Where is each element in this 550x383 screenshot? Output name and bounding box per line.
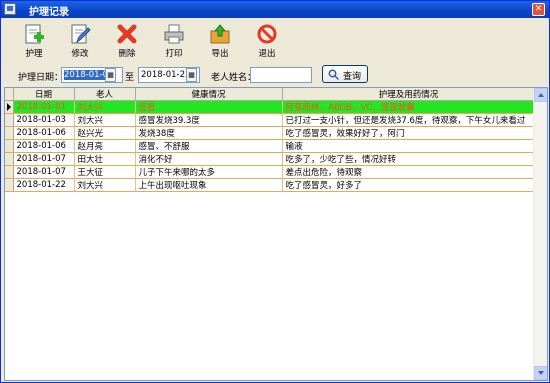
records-grid: 日期 老人 健康情况 护理及用药情况 2018-01-01 刘大兴 感冒 阿莫西… <box>4 87 548 381</box>
date-to-value: 2018-01-23 <box>141 70 191 80</box>
table-row[interactable]: 2018-01-07 田大壮 消化不好 吃多了，少吃了些，情况好转 <box>5 152 536 166</box>
column-header-care[interactable]: 护理及用药情况 <box>282 88 536 101</box>
cell-health[interactable]: 消化不好 <box>135 152 283 166</box>
elder-name-input[interactable] <box>250 67 312 83</box>
query-button-label: 查询 <box>343 72 362 82</box>
table-row[interactable]: 2018-01-06 赵兴光 发烧38度 吃了感冒灵，效果好好了，阿门 <box>5 126 536 140</box>
row-indicator <box>5 100 14 114</box>
column-header-health[interactable]: 健康情况 <box>135 88 283 101</box>
column-header-date[interactable]: 日期 <box>13 88 75 101</box>
row-indicator-header <box>5 88 14 101</box>
row-indicator <box>5 165 14 179</box>
delete-button[interactable]: 删除 <box>107 23 147 61</box>
cell-date[interactable]: 2018-01-07 <box>13 165 75 179</box>
edit-icon <box>71 24 91 44</box>
add-button-label: 护理 <box>25 49 43 59</box>
row-indicator <box>5 139 14 153</box>
search-icon <box>328 69 339 80</box>
cell-health[interactable]: 儿子下午来哪的太多 <box>135 165 283 179</box>
title-bar: 护理记录 ✕ <box>1 1 549 18</box>
print-button[interactable]: 打印 <box>154 23 194 61</box>
window-title: 护理记录 <box>29 7 69 18</box>
cell-date[interactable]: 2018-01-22 <box>13 178 75 192</box>
cell-date[interactable]: 2018-01-06 <box>13 126 75 140</box>
export-icon <box>210 24 230 44</box>
export-button-label: 导出 <box>211 49 229 59</box>
cell-health[interactable]: 感冒、不舒服 <box>135 139 283 153</box>
edit-button-label: 修改 <box>71 49 89 59</box>
row-indicator <box>5 178 14 192</box>
cell-elder[interactable]: 刘大兴 <box>74 113 136 127</box>
scroll-up-button[interactable] <box>534 88 547 102</box>
cell-elder[interactable]: 赵兴光 <box>74 126 136 140</box>
cell-health[interactable]: 发烧38度 <box>135 126 283 140</box>
row-indicator <box>5 126 14 140</box>
app-icon <box>4 3 16 15</box>
exit-no-entry-icon <box>257 24 277 44</box>
table-row[interactable]: 2018-01-07 王大征 儿子下午来哪的太多 差点出危险，待观察 <box>5 165 536 179</box>
delete-x-icon <box>117 24 137 44</box>
query-button[interactable]: 查询 <box>322 65 368 83</box>
exit-button-label: 退出 <box>258 49 276 59</box>
cell-health[interactable]: 上午出现呕吐现象 <box>135 178 283 192</box>
row-indicator <box>5 152 14 166</box>
header-row: 日期 老人 健康情况 护理及用药情况 <box>5 88 536 101</box>
records-table: 日期 老人 健康情况 护理及用药情况 2018-01-01 刘大兴 感冒 阿莫西… <box>5 88 536 192</box>
column-header-elder[interactable]: 老人 <box>74 88 136 101</box>
cell-date[interactable]: 2018-01-07 <box>13 152 75 166</box>
scroll-down-button[interactable] <box>534 366 547 380</box>
add-button[interactable]: 护理 <box>14 23 54 61</box>
table-row[interactable]: 2018-01-22 刘大兴 上午出现呕吐现象 吃了感冒灵，好多了 <box>5 178 536 192</box>
edit-button[interactable]: 修改 <box>60 23 100 61</box>
cell-care[interactable]: 输液 <box>282 139 536 153</box>
printer-icon <box>164 24 184 44</box>
exit-button[interactable]: 退出 <box>247 23 287 61</box>
export-button[interactable]: 导出 <box>200 23 240 61</box>
add-record-icon <box>25 24 44 44</box>
to-label: 至 <box>125 73 135 83</box>
cell-care[interactable]: 差点出危险，待观察 <box>282 165 536 179</box>
date-to-calendar-button[interactable]: ▦ <box>186 68 197 82</box>
cell-elder[interactable]: 赵月亮 <box>74 139 136 153</box>
close-button[interactable]: ✕ <box>532 3 545 16</box>
cell-elder[interactable]: 刘大兴 <box>74 178 136 192</box>
cell-elder[interactable]: 田大壮 <box>74 152 136 166</box>
date-label: 护理日期： <box>18 73 64 83</box>
delete-button-label: 删除 <box>118 49 136 59</box>
nursing-records-window: 护理记录 ✕ 护理 修改 删除 打印 导出 退出 护理日期： 2018-01-0… <box>0 0 550 383</box>
cell-care[interactable]: 吃多了，少吃了些，情况好转 <box>282 152 536 166</box>
vertical-scrollbar[interactable] <box>533 88 547 380</box>
cell-health[interactable]: 感冒 <box>135 100 283 114</box>
cell-date[interactable]: 2018-01-03 <box>13 113 75 127</box>
cell-elder[interactable]: 王大征 <box>74 165 136 179</box>
cell-health[interactable]: 感冒发烧39.3度 <box>135 113 283 127</box>
cell-date[interactable]: 2018-01-06 <box>13 139 75 153</box>
cell-elder[interactable]: 刘大兴 <box>74 100 136 114</box>
toolbar: 护理 修改 删除 打印 导出 退出 <box>1 19 549 61</box>
filter-bar: 护理日期： 2018-01-01 ▦ 至 2018-01-23 ▦ 老人姓名： … <box>1 63 549 85</box>
table-row[interactable]: 2018-01-03 刘大兴 感冒发烧39.3度 已打过一支小针，但还是发烧37… <box>5 113 536 127</box>
current-row-arrow-icon <box>7 103 11 111</box>
cell-care[interactable]: 吃了感冒灵，效果好好了，阿门 <box>282 126 536 140</box>
table-row[interactable]: 2018-01-06 赵月亮 感冒、不舒服 输液 <box>5 139 536 153</box>
cell-care[interactable]: 吃了感冒灵，好多了 <box>282 178 536 192</box>
cell-care[interactable]: 阿莫西林，ABOB，VC，感冒胶囊 <box>282 100 536 114</box>
print-button-label: 打印 <box>165 49 183 59</box>
row-indicator <box>5 113 14 127</box>
cell-date[interactable]: 2018-01-01 <box>13 100 75 114</box>
cell-care[interactable]: 已打过一支小针，但还是发烧37.6度，待观察，下午女儿来看过 <box>282 113 536 127</box>
table-row[interactable]: 2018-01-01 刘大兴 感冒 阿莫西林，ABOB，VC，感冒胶囊 <box>5 100 536 114</box>
date-from-calendar-button[interactable]: ▦ <box>105 68 116 82</box>
